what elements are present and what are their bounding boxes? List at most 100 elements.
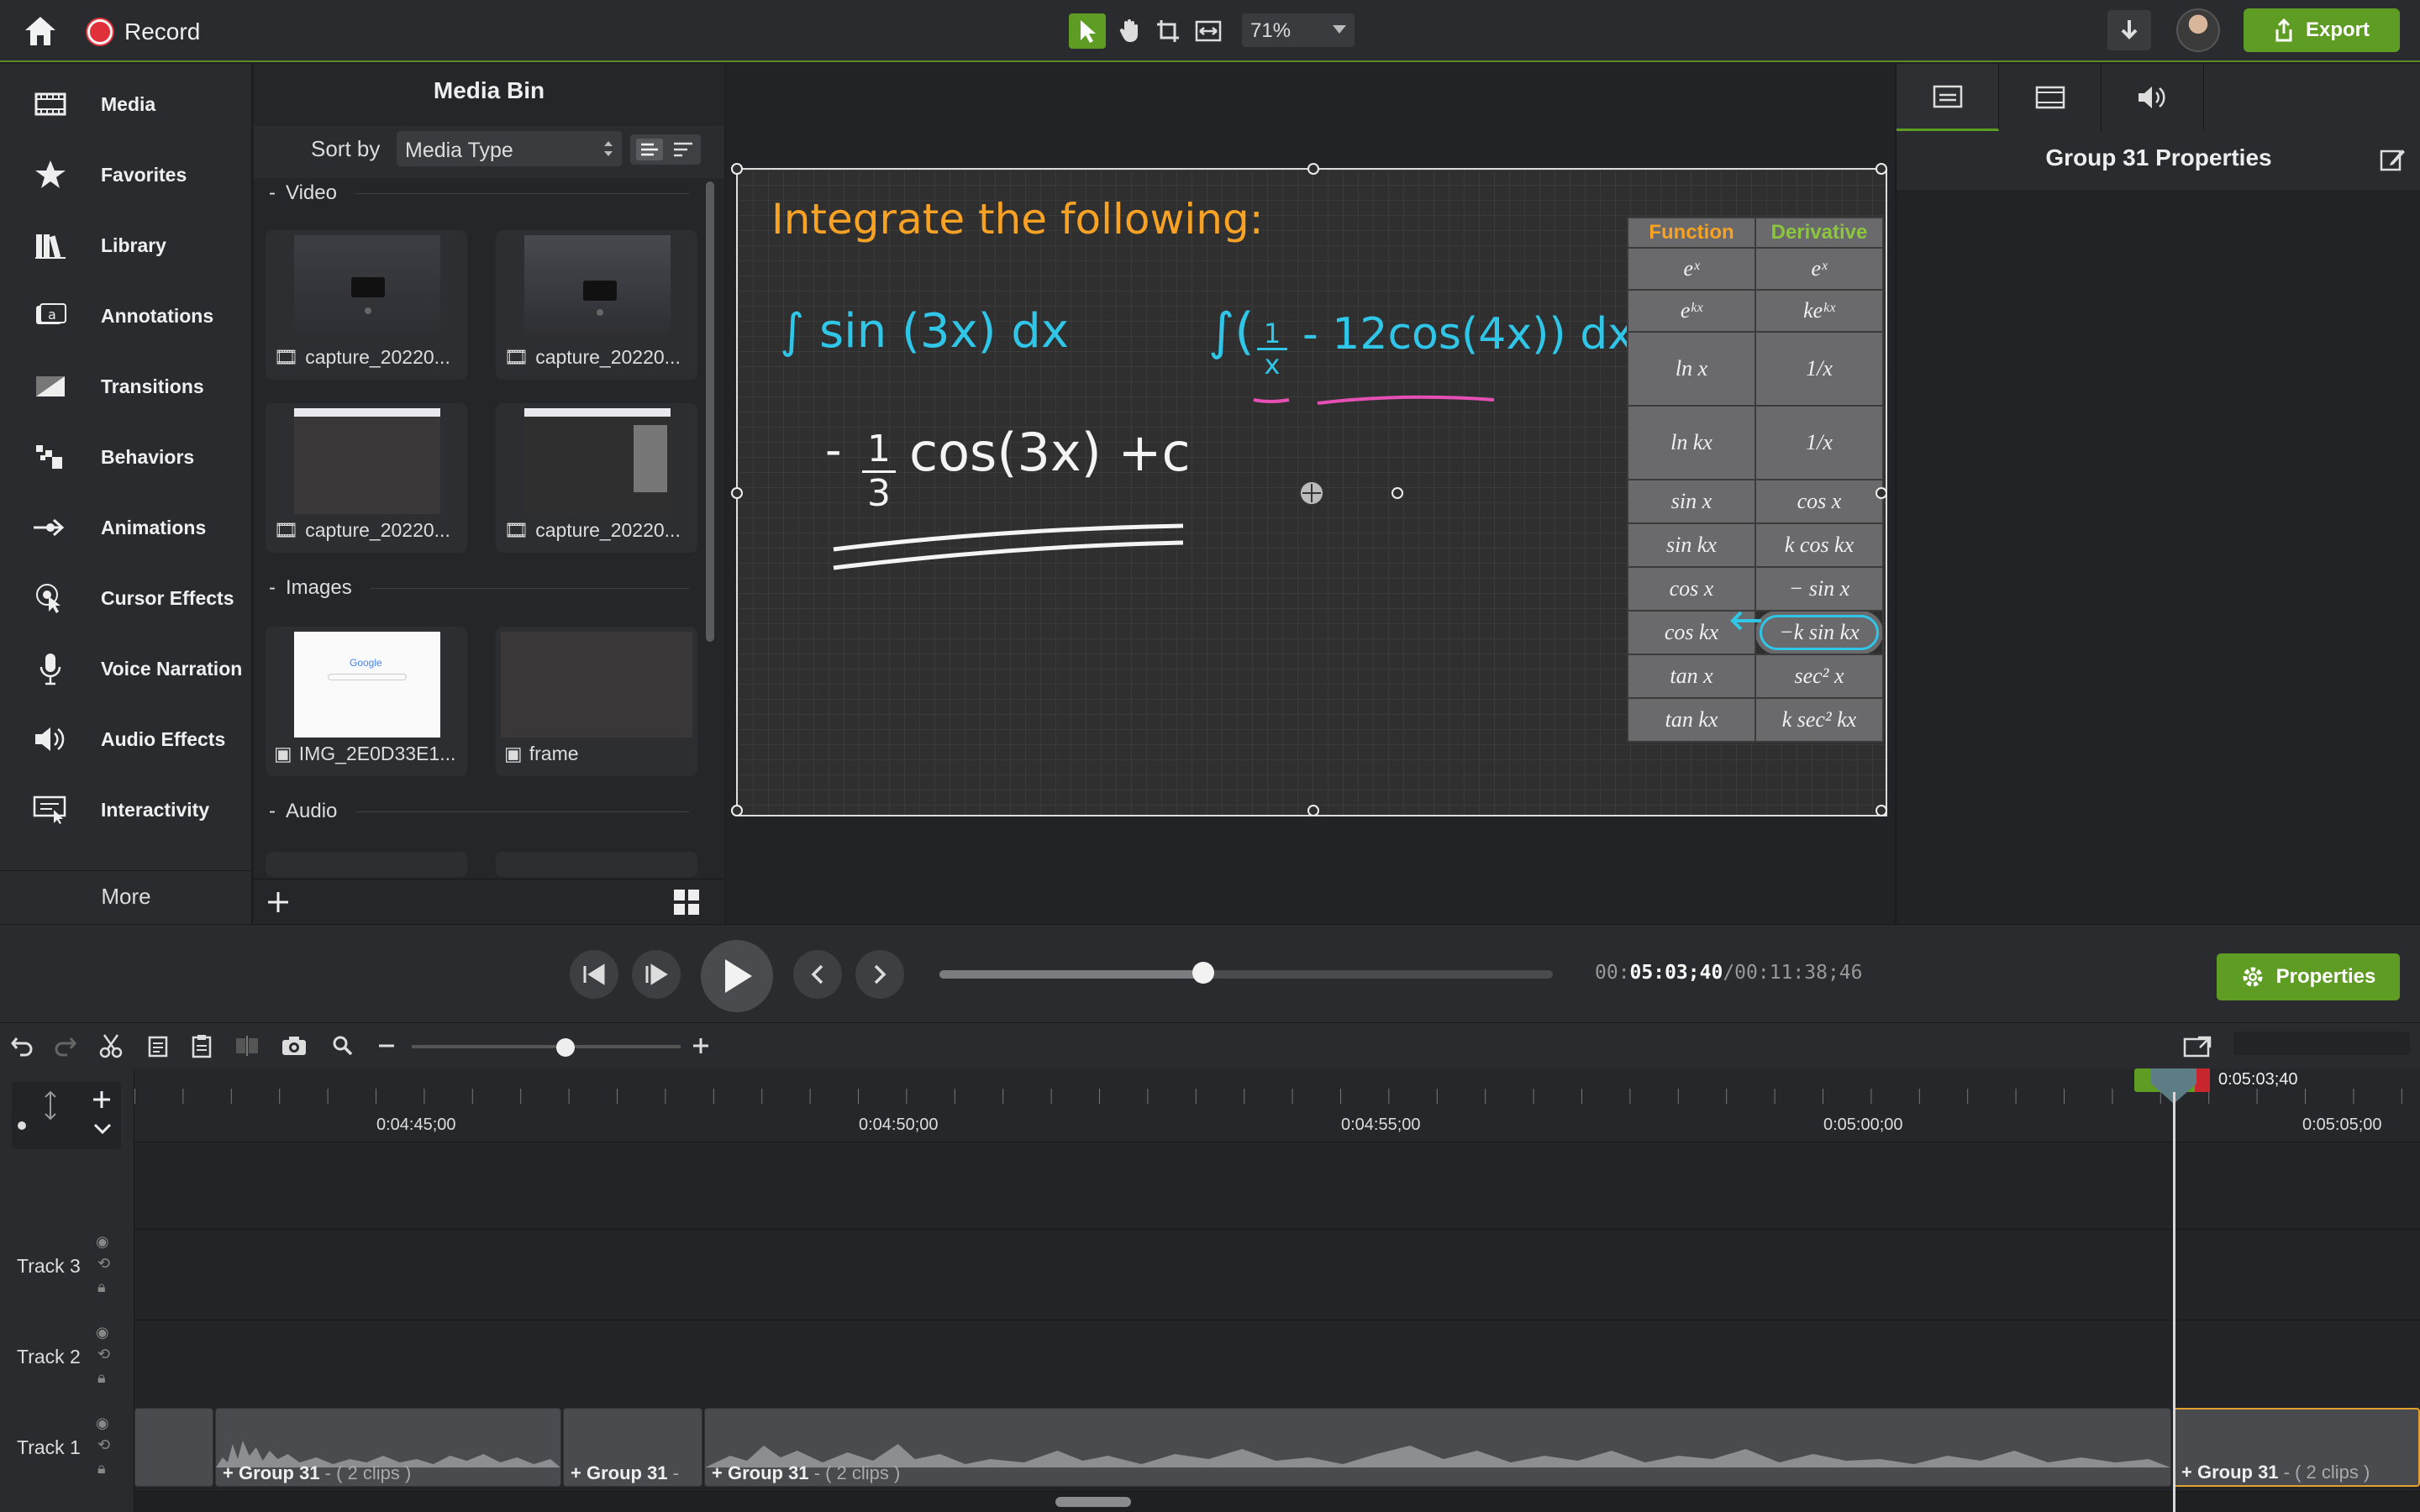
track-row-3[interactable] — [134, 1230, 2420, 1320]
move-crosshair-icon[interactable] — [1297, 479, 1326, 507]
add-track-icon[interactable] — [91, 1089, 113, 1110]
step-forward-icon[interactable] — [632, 950, 681, 999]
rotate-handle[interactable] — [1392, 487, 1403, 499]
crop-icon[interactable] — [1150, 13, 1186, 49]
media-item-image[interactable]: Google ▣ IMG_2E0D33E1... — [266, 627, 467, 776]
sidebar-item-media[interactable]: Media — [0, 69, 252, 139]
track-row-2[interactable] — [134, 1320, 2420, 1411]
canvas-slide[interactable]: Integrate the following: ∫ sin (3x) dx ∫… — [731, 163, 1887, 816]
timeline-search-field[interactable] — [2233, 1032, 2410, 1055]
resize-handle[interactable] — [731, 163, 743, 175]
timeline-clip[interactable]: + Group 31 - ( 2 clips ) — [704, 1408, 2171, 1487]
fit-size-icon[interactable] — [1190, 13, 1227, 49]
resize-handle[interactable] — [1876, 487, 1887, 499]
zoom-in-icon[interactable] — [686, 1032, 716, 1060]
sort-order-icon[interactable] — [669, 138, 697, 161]
more-button[interactable]: More — [0, 870, 252, 921]
list-view-icon[interactable] — [635, 138, 664, 161]
sidebar-item-annotations[interactable]: a Annotations — [0, 281, 252, 351]
paste-icon[interactable] — [187, 1032, 217, 1060]
link-icon[interactable]: ⟲ — [97, 1255, 110, 1273]
media-item-audio[interactable] — [496, 852, 697, 877]
sidebar-item-library[interactable]: Library — [0, 210, 252, 281]
timeline-ruler[interactable]: 0:04:45;00 0:04:50;00 0:04:55;00 0:05:00… — [134, 1068, 2420, 1142]
resize-handle[interactable] — [1307, 805, 1319, 816]
track-height-icon[interactable] — [42, 1089, 59, 1122]
playhead-line[interactable] — [2173, 1092, 2175, 1512]
previous-marker-icon[interactable] — [793, 950, 842, 999]
zoom-magnifier-icon[interactable] — [328, 1032, 358, 1060]
media-item-video[interactable]: 🎞 capture_20220... — [496, 403, 697, 553]
media-bin-scrollbar[interactable] — [706, 181, 714, 642]
zoom-out-icon[interactable] — [371, 1032, 402, 1060]
lock-icon[interactable]: 🔒︎ — [97, 1278, 106, 1296]
home-icon[interactable] — [20, 12, 60, 49]
sort-dropdown[interactable]: Media Type — [397, 131, 622, 166]
timeline-clip[interactable]: + Group 31 - ( 2 clips ) — [215, 1408, 561, 1487]
select-tool-arrow-icon[interactable] — [1069, 13, 1106, 49]
sidebar-item-animations[interactable]: Animations — [0, 492, 252, 563]
tab-audio-properties[interactable] — [2102, 64, 2204, 131]
scrubber-track[interactable] — [939, 970, 1553, 979]
detach-timeline-icon[interactable] — [2183, 1032, 2213, 1060]
resize-handle[interactable] — [731, 805, 743, 816]
eye-icon[interactable]: ◉ — [96, 1415, 109, 1432]
play-icon[interactable] — [701, 940, 773, 1012]
link-icon[interactable]: ⟲ — [97, 1436, 110, 1454]
timeline-scrollbar[interactable] — [1055, 1497, 1131, 1507]
resize-handle[interactable] — [1307, 163, 1319, 175]
step-back-icon[interactable] — [570, 950, 618, 999]
camera-icon[interactable] — [279, 1032, 309, 1060]
undo-icon[interactable] — [7, 1032, 37, 1060]
edit-icon[interactable] — [2379, 146, 2406, 173]
tab-video-properties[interactable] — [1999, 64, 2102, 131]
resize-handle[interactable] — [731, 487, 743, 499]
record-button[interactable]: Record — [87, 15, 200, 49]
link-icon[interactable]: ⟲ — [97, 1346, 110, 1363]
pan-hand-icon[interactable] — [1111, 13, 1148, 49]
copy-icon[interactable] — [143, 1032, 173, 1060]
timeline-clip[interactable]: + Group 31 - — [563, 1408, 702, 1487]
timeline-zoom-icon[interactable] — [15, 1100, 32, 1134]
track-label[interactable]: Track 1 — [17, 1436, 81, 1459]
media-item-image[interactable]: ▣ frame — [496, 627, 697, 776]
sidebar-item-cursor-effects[interactable]: Cursor Effects — [0, 563, 252, 633]
eye-icon[interactable]: ◉ — [96, 1324, 109, 1341]
scrubber-knob[interactable] — [1192, 962, 1214, 984]
resize-handle[interactable] — [1876, 163, 1887, 175]
timeline-zoom-knob[interactable] — [556, 1038, 575, 1057]
timeline-zoom-slider[interactable] — [412, 1045, 681, 1048]
sidebar-item-behaviors[interactable]: Behaviors — [0, 422, 252, 492]
section-images[interactable]: - Images — [269, 576, 689, 600]
section-audio[interactable]: - Audio — [269, 800, 689, 823]
avatar[interactable] — [2176, 8, 2220, 52]
export-button[interactable]: Export — [2244, 8, 2400, 52]
media-item-video[interactable]: 🎞 capture_20220... — [266, 230, 467, 380]
media-item-video[interactable]: 🎞 capture_20220... — [266, 403, 467, 553]
add-icon[interactable] — [266, 890, 291, 915]
timeline-clip[interactable] — [134, 1408, 213, 1487]
zoom-dropdown[interactable]: 71% — [1242, 13, 1355, 47]
lock-icon[interactable]: 🔒︎ — [97, 1460, 106, 1478]
lock-icon[interactable]: 🔒︎ — [97, 1369, 106, 1387]
sidebar-item-transitions[interactable]: Transitions — [0, 351, 252, 422]
media-item-audio[interactable] — [266, 852, 467, 877]
timeline-clip-selected[interactable]: + Group 31 - ( 2 clips ) — [2173, 1408, 2420, 1487]
track-label[interactable]: Track 3 — [17, 1255, 81, 1278]
cut-icon[interactable] — [96, 1032, 126, 1060]
tab-visual-properties[interactable] — [1897, 64, 1999, 131]
media-item-video[interactable]: 🎞 capture_20220... — [496, 230, 697, 380]
grid-view-icon[interactable] — [672, 888, 701, 916]
chevron-down-icon[interactable] — [92, 1121, 113, 1137]
resize-handle[interactable] — [1876, 805, 1887, 816]
view-toggle[interactable] — [630, 134, 701, 165]
split-icon[interactable] — [232, 1032, 262, 1060]
track-label[interactable]: Track 2 — [17, 1346, 81, 1368]
redo-icon[interactable] — [50, 1032, 81, 1060]
properties-button[interactable]: Properties — [2217, 953, 2400, 1000]
sidebar-item-audio-effects[interactable]: Audio Effects — [0, 704, 252, 774]
eye-icon[interactable]: ◉ — [96, 1233, 109, 1251]
next-marker-icon[interactable] — [855, 950, 904, 999]
sidebar-item-voice-narration[interactable]: Voice Narration — [0, 633, 252, 704]
sidebar-item-favorites[interactable]: Favorites — [0, 139, 252, 210]
